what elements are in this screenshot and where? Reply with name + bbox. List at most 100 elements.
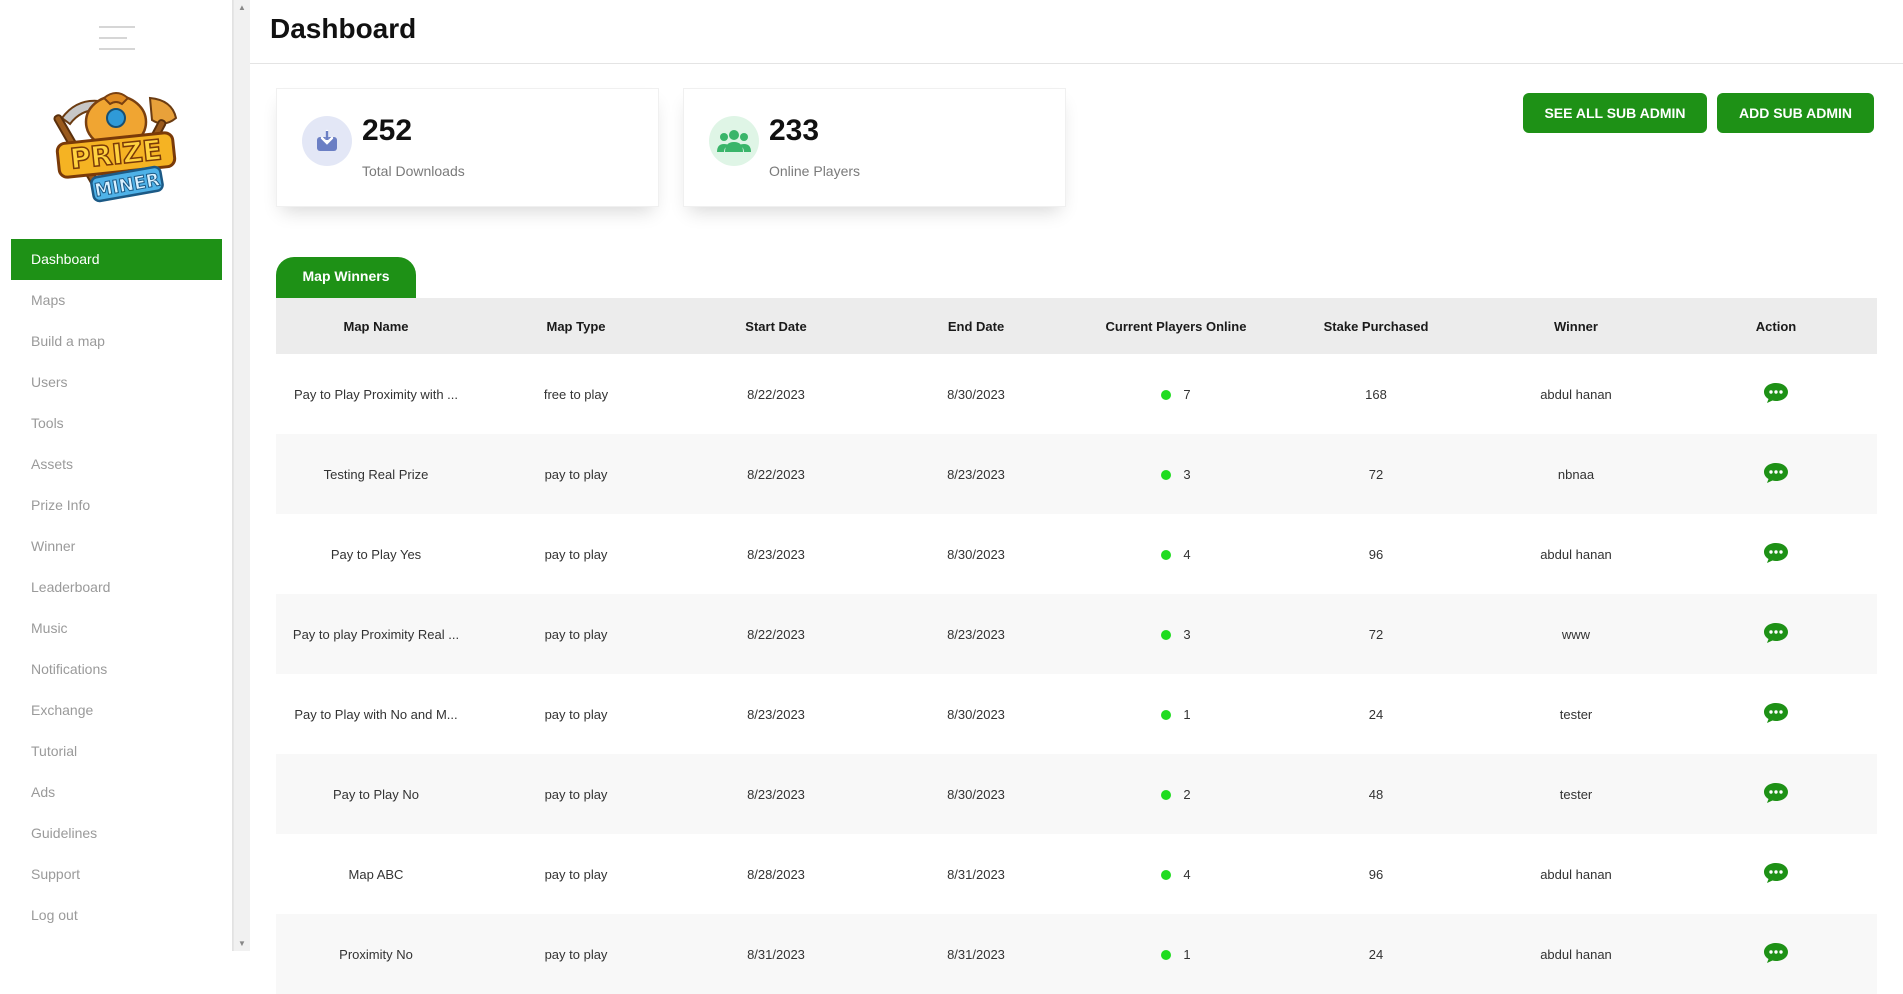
cell-players-online: 3 <box>1076 627 1276 642</box>
table-row[interactable]: Pay to Play No pay to play 8/23/2023 8/30/2… <box>276 754 1877 834</box>
players-count: 4 <box>1183 866 1191 882</box>
players-count: 3 <box>1183 626 1191 642</box>
players-count: 4 <box>1183 546 1191 562</box>
chat-icon[interactable] <box>1763 702 1789 727</box>
sidebar-item-guidelines[interactable]: Guidelines <box>11 813 222 854</box>
cell-map-name: Testing Real Prize <box>323 466 429 482</box>
cell-start-date: 8/31/2023 <box>747 946 805 962</box>
cell-map-type: pay to play <box>544 786 608 802</box>
sidebar-item-users[interactable]: Users <box>11 362 222 403</box>
scroll-up-icon[interactable]: ▲ <box>238 3 246 12</box>
cell-map-name: Pay to Play No <box>333 786 419 802</box>
sidebar-item-music[interactable]: Music <box>11 608 222 649</box>
table-row[interactable]: Pay to Play with No and M... pay to play 8… <box>276 674 1877 754</box>
sidebar-item-support[interactable]: Support <box>11 854 222 895</box>
sidebar-item-log-out[interactable]: Log out <box>11 895 222 936</box>
sidebar-item-exchange[interactable]: Exchange <box>11 690 222 731</box>
online-status-dot <box>1161 470 1172 481</box>
sidebar-item-maps[interactable]: Maps <box>11 280 222 321</box>
cell-action <box>1676 622 1876 647</box>
table-row[interactable]: Pay to Play Yes pay to play 8/23/2023 8/30/… <box>276 514 1877 594</box>
hamburger-menu-icon[interactable] <box>99 26 135 52</box>
top-bar: Dashboard <box>250 0 1903 64</box>
stat-label: Online Players <box>769 163 861 179</box>
cell-action <box>1676 542 1876 567</box>
cell-start-date: 8/23/2023 <box>747 706 805 722</box>
cell-action <box>1676 462 1876 487</box>
cell-map-name: Pay to Play Proximity with ... <box>294 386 458 402</box>
chat-icon[interactable] <box>1763 782 1789 807</box>
table-row[interactable]: Pay to play Proximity Real ... pay to pla… <box>276 594 1877 674</box>
cell-winner: www <box>1561 626 1591 642</box>
players-count: 2 <box>1183 786 1191 802</box>
online-status-dot <box>1161 550 1172 561</box>
cell-stake-purchased: 48 <box>1368 786 1384 802</box>
column-header: Map Type <box>546 318 606 334</box>
cell-end-date: 8/30/2023 <box>947 706 1005 722</box>
players-count: 7 <box>1183 386 1191 402</box>
cell-end-date: 8/23/2023 <box>947 466 1005 482</box>
players-count: 3 <box>1183 466 1191 482</box>
column-header: End Date <box>947 318 1005 334</box>
chat-icon[interactable] <box>1763 942 1789 967</box>
sidebar-item-tutorial[interactable]: Tutorial <box>11 731 222 772</box>
sidebar-item-winner[interactable]: Winner <box>11 526 222 567</box>
sidebar-item-assets[interactable]: Assets <box>11 444 222 485</box>
cell-stake-purchased: 24 <box>1368 946 1384 962</box>
cell-winner: abdul hanan <box>1540 546 1612 562</box>
column-header: Stake Purchased <box>1323 318 1429 334</box>
table-row[interactable]: Proximity No pay to play 8/31/2023 8/31/202… <box>276 914 1877 994</box>
chat-icon[interactable] <box>1763 462 1789 487</box>
online-status-dot <box>1161 630 1172 641</box>
players-count: 1 <box>1183 706 1191 722</box>
prize-miner-logo: PRIZE MINER <box>53 92 178 203</box>
cell-stake-purchased: 96 <box>1368 866 1384 882</box>
cell-action <box>1676 782 1876 807</box>
cell-winner: abdul hanan <box>1540 386 1612 402</box>
main-content: Dashboard 252 Total Downloads 233 Online <box>250 0 1903 994</box>
sidebar-item-dashboard[interactable]: Dashboard <box>11 239 222 280</box>
cell-players-online: 2 <box>1076 787 1276 802</box>
cell-end-date: 8/31/2023 <box>947 866 1005 882</box>
chat-icon[interactable] <box>1763 862 1789 887</box>
cell-start-date: 8/28/2023 <box>747 866 805 882</box>
cell-map-type: pay to play <box>544 546 608 562</box>
sidebar-item-ads[interactable]: Ads <box>11 772 222 813</box>
cell-players-online: 3 <box>1076 467 1276 482</box>
table-body: Pay to Play Proximity with ... free to pl… <box>276 354 1877 994</box>
cell-winner: nbnaa <box>1557 466 1595 482</box>
chat-icon[interactable] <box>1763 542 1789 567</box>
see-all-sub-admin-button[interactable]: SEE ALL SUB ADMIN <box>1523 93 1707 133</box>
cell-start-date: 8/22/2023 <box>747 386 805 402</box>
sidebar-item-tools[interactable]: Tools <box>11 403 222 444</box>
cell-map-type: pay to play <box>544 946 608 962</box>
stat-label: Total Downloads <box>362 163 465 179</box>
cell-stake-purchased: 24 <box>1368 706 1384 722</box>
online-status-dot <box>1161 390 1172 401</box>
cell-action <box>1676 382 1876 407</box>
add-sub-admin-button[interactable]: ADD SUB ADMIN <box>1717 93 1874 133</box>
cell-map-name: Pay to Play Yes <box>330 546 422 562</box>
cell-end-date: 8/23/2023 <box>947 626 1005 642</box>
online-status-dot <box>1161 790 1172 801</box>
sidebar-scrollbar[interactable]: ▲ ▼ <box>233 0 250 951</box>
online-status-dot <box>1161 950 1172 961</box>
chat-icon[interactable] <box>1763 622 1789 647</box>
sidebar-item-notifications[interactable]: Notifications <box>11 649 222 690</box>
stat-value: 252 <box>362 114 413 147</box>
cell-start-date: 8/23/2023 <box>747 786 805 802</box>
table-row[interactable]: Map ABC pay to play 8/28/2023 8/31/2023 4 96 a… <box>276 834 1877 914</box>
chat-icon[interactable] <box>1763 382 1789 407</box>
sidebar-item-leaderboard[interactable]: Leaderboard <box>11 567 222 608</box>
online-status-dot <box>1161 870 1172 881</box>
table-row[interactable]: Pay to Play Proximity with ... free to pl… <box>276 354 1877 434</box>
cell-winner: abdul hanan <box>1540 946 1612 962</box>
table-row[interactable]: Testing Real Prize pay to play 8/22/2023 8/… <box>276 434 1877 514</box>
scroll-down-icon[interactable]: ▼ <box>238 939 246 948</box>
users-icon <box>709 116 759 166</box>
sidebar-item-prize-info[interactable]: Prize Info <box>11 485 222 526</box>
cell-players-online: 4 <box>1076 867 1276 882</box>
tab-map-winners[interactable]: Map Winners <box>276 257 416 298</box>
cell-stake-purchased: 96 <box>1368 546 1384 562</box>
sidebar-item-build-a-map[interactable]: Build a map <box>11 321 222 362</box>
